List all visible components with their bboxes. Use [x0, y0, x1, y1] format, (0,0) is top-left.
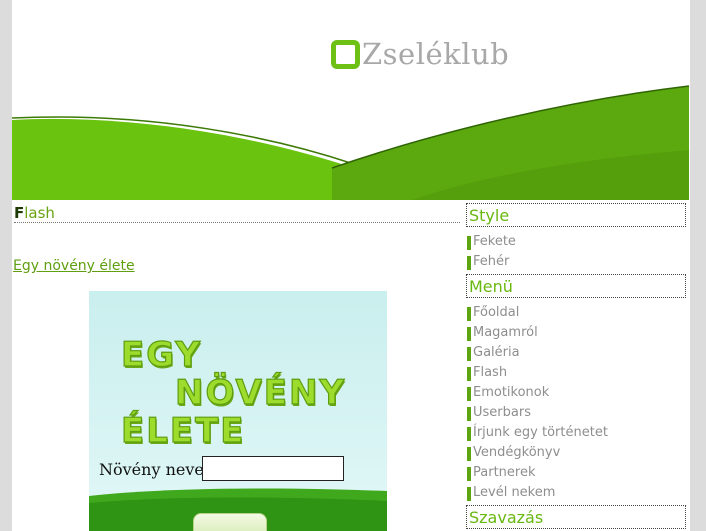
menu-item-level[interactable]: Levél nekem: [466, 483, 686, 503]
style-item-fekete[interactable]: Fekete: [466, 232, 686, 252]
section-title-initial: F: [14, 204, 25, 222]
menu-heading: Menü: [466, 274, 686, 298]
menu-item-tortenet[interactable]: Írjunk egy történetet: [466, 423, 686, 443]
menu-item-flash[interactable]: Flash: [466, 363, 686, 383]
plant-name-label: Növény neve:: [99, 460, 210, 479]
style-list: Fekete Fehér: [466, 227, 686, 274]
menu-item-emotikonok[interactable]: Emotikonok: [466, 383, 686, 403]
menu-item-userbars[interactable]: Userbars: [466, 403, 686, 423]
logo-text: Zseléklub: [362, 37, 510, 71]
menu-item-galeria[interactable]: Galéria: [466, 343, 686, 363]
site-logo[interactable]: Zseléklub: [331, 38, 509, 70]
menu-item-partnerek[interactable]: Partnerek: [466, 463, 686, 483]
section-title: Flash: [14, 204, 460, 223]
page: Zseléklub Flash Egy növény élete EGY NÖV…: [12, 0, 690, 531]
menu-list: Főoldal Magamról Galéria Flash Emotikono…: [466, 298, 686, 505]
menu-item-fooldal[interactable]: Főoldal: [466, 303, 686, 323]
sidebar: Style Fekete Fehér Menü Főoldal Magamról…: [466, 203, 686, 529]
header-banner: Zseléklub: [12, 0, 689, 200]
main-content: Flash Egy növény élete EGY NÖVÉNY ÉLETE …: [12, 200, 460, 531]
logo-square-icon: [331, 39, 360, 69]
flash-game[interactable]: EGY NÖVÉNY ÉLETE Növény neve:: [89, 291, 387, 531]
style-heading: Style: [466, 203, 686, 227]
game-link[interactable]: Egy növény élete: [13, 258, 135, 274]
header-hills: [12, 85, 689, 200]
plant-name-input[interactable]: [202, 456, 344, 481]
start-button[interactable]: [193, 513, 267, 531]
game-title-line2: NÖVÉNY: [174, 372, 347, 413]
menu-item-vendegkonyv[interactable]: Vendégkönyv: [466, 443, 686, 463]
game-title-line3: ÉLETE: [120, 410, 246, 451]
section-title-rest: lash: [24, 204, 55, 222]
game-title-line1: EGY: [120, 334, 203, 375]
menu-item-magamrol[interactable]: Magamról: [466, 323, 686, 343]
poll-heading: Szavazás: [466, 505, 686, 529]
style-item-feher[interactable]: Fehér: [466, 252, 686, 272]
